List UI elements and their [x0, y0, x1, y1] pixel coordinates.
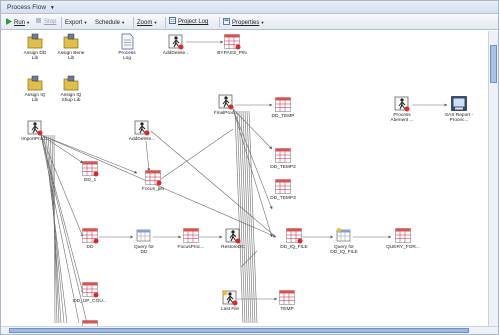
- node-restore-dc[interactable]: RestoreDC: [203, 227, 263, 250]
- table-icon: [278, 289, 296, 306]
- run-icon: [5, 18, 12, 25]
- properties-icon: [223, 18, 230, 25]
- table-icon: [274, 96, 292, 113]
- run-button[interactable]: Run ▼: [5, 17, 30, 28]
- node-last-file[interactable]: Last File: [200, 289, 260, 312]
- link: [145, 140, 151, 172]
- node-final-proc[interactable]: FinalProc...: [196, 93, 256, 116]
- query-icon: [135, 227, 153, 244]
- node-dd-up-cou[interactable]: DD_UP_COU...: [60, 281, 120, 304]
- node-label: Last File: [220, 307, 240, 312]
- node-label: QUERY_FOR...: [386, 245, 420, 250]
- node-label: ImportProc...: [21, 137, 49, 142]
- horizontal-scrollbar[interactable]: [1, 326, 498, 334]
- node-bypass-pin[interactable]: BYPASS_PIN: [202, 33, 262, 56]
- process-flow-window: Process Flow ▼ Run ▼ Stop Export ▼ Sched…: [0, 0, 499, 335]
- horizontal-scroll-thumb[interactable]: [9, 328, 469, 333]
- code-task-icon: [217, 93, 235, 110]
- node-label: RestoreDC: [221, 245, 245, 250]
- table-icon: [144, 169, 162, 186]
- log-icon: [169, 17, 176, 24]
- node-sas-report[interactable]: SAS Report - Procec...: [429, 95, 489, 124]
- node-label: AddDelete...: [162, 51, 190, 56]
- node-dd-temp2[interactable]: DD_TEMP2: [253, 147, 313, 170]
- node-label: Assign Bene Lib: [57, 51, 85, 62]
- toolbar: Run ▼ Stop Export ▼ Schedule ▼ Zoom ▼ Pr…: [1, 15, 498, 30]
- table-icon: [182, 227, 200, 244]
- table-icon: [274, 147, 292, 164]
- node-label: DD_TEMP2: [270, 165, 296, 170]
- node-dd[interactable]: DD: [60, 227, 120, 250]
- node-query-for-dd-iq-file[interactable]: Query for DD_IQ_FILE: [314, 227, 374, 256]
- node-label: Process Abenent ...: [390, 113, 414, 124]
- report-icon: [450, 95, 468, 112]
- node-label: Process Log: [118, 51, 136, 62]
- stop-icon: [35, 17, 42, 24]
- node-label: DD_TEMP3: [270, 196, 296, 201]
- toolbar-separator: [61, 17, 62, 28]
- node-label: SAS Report - Procec...: [444, 113, 474, 124]
- window-title-bar[interactable]: Process Flow ▼: [1, 1, 498, 14]
- vertical-scrollbar[interactable]: [488, 31, 498, 328]
- node-temp[interactable]: TEMP: [257, 289, 317, 312]
- node-add-delete-2[interactable]: AddDelete...: [112, 119, 172, 142]
- node-label: AddDelete...: [128, 137, 156, 142]
- project-log-button[interactable]: Project Log: [169, 17, 208, 28]
- node-label: DD: [86, 245, 94, 250]
- node-dd-1[interactable]: DD_1: [60, 160, 120, 183]
- node-import-proc[interactable]: ImportProc...: [5, 119, 65, 142]
- table-icon: [81, 227, 99, 244]
- toolbar-separator: [165, 17, 166, 28]
- vertical-scroll-thumb[interactable]: [490, 45, 497, 83]
- table-icon: [394, 227, 412, 244]
- code-task-icon: [224, 227, 242, 244]
- code-task-icon: [221, 289, 239, 306]
- node-label: Assign IQ Shup Lib: [60, 93, 82, 104]
- table-icon: [81, 281, 99, 298]
- code-task-icon: [26, 119, 44, 136]
- stop-button[interactable]: Stop: [35, 17, 56, 28]
- node-label: DD_TEMP: [271, 114, 295, 119]
- node-assign-bene-lib[interactable]: Assign Bene Lib: [41, 33, 101, 62]
- zoom-menu[interactable]: Zoom ▼: [137, 17, 157, 28]
- properties-button[interactable]: Properties ▼: [223, 17, 264, 28]
- node-assign-iq-shup-lib[interactable]: Assign IQ Shup Lib: [41, 75, 101, 104]
- code-task-icon: [393, 95, 411, 112]
- node-label: Query for DD_IQ_FILE: [330, 245, 358, 256]
- code-task-icon: [167, 33, 185, 50]
- node-query-for-dots[interactable]: QUERY_FOR...: [373, 227, 433, 250]
- node-add-delete-1[interactable]: AddDelete...: [146, 33, 206, 56]
- document-icon: [118, 33, 136, 50]
- node-label: DD_1: [83, 178, 97, 183]
- library-icon: [62, 33, 80, 50]
- table-icon: [223, 33, 241, 50]
- node-dd-temp[interactable]: DD_TEMP: [253, 96, 313, 119]
- table-icon: [274, 178, 292, 195]
- table-icon: [285, 227, 303, 244]
- process-flow-canvas[interactable]: Assign DD Lib Assign Bene Lib Process Lo…: [1, 31, 490, 328]
- node-label: BYPASS_PIN: [217, 51, 247, 56]
- node-label: Query for DD: [134, 245, 154, 256]
- node-process-abend[interactable]: Process Abenent ...: [372, 95, 432, 124]
- node-label: FinalProc...: [213, 111, 239, 116]
- node-label: Focus_pin: [141, 187, 165, 192]
- toolbar-separator: [133, 17, 134, 28]
- node-label: DD_UP_COU...: [73, 299, 107, 304]
- export-menu[interactable]: Export ▼: [65, 17, 87, 28]
- node-focus-pin[interactable]: Focus_pin: [123, 169, 183, 192]
- query-icon: [335, 227, 353, 244]
- table-icon: [81, 160, 99, 177]
- library-icon: [62, 75, 80, 92]
- schedule-menu[interactable]: Schedule ▼: [95, 17, 125, 28]
- window-title: Process Flow: [7, 4, 47, 11]
- code-task-icon: [133, 119, 151, 136]
- node-dd-temp3[interactable]: DD_TEMP3: [253, 178, 313, 201]
- title-dropdown-icon[interactable]: ▼: [50, 5, 55, 11]
- toolbar-separator: [219, 17, 220, 28]
- node-label: TEMP: [280, 307, 294, 312]
